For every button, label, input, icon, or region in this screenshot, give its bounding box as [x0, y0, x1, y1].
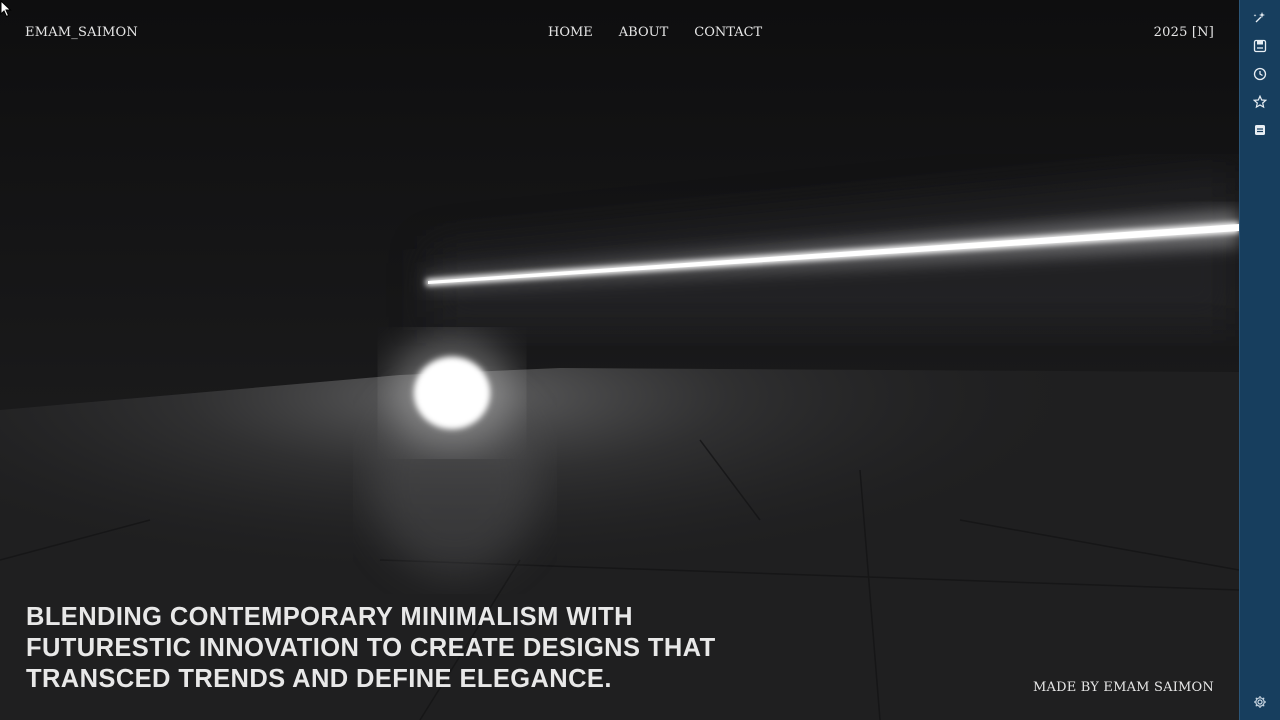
headline-line: FUTURESTIC INNOVATION TO CREATE DESIGNS … [26, 634, 716, 662]
star-icon[interactable] [1250, 92, 1270, 112]
headline-line: TRANSCED TRENDS AND DEFINE ELEGANCE. [26, 665, 612, 693]
nav-contact-link[interactable]: CONTACT [694, 25, 762, 40]
hero-headline: BLENDING CONTEMPORARY MINIMALISM WITH FU… [26, 602, 746, 695]
history-icon[interactable] [1250, 64, 1270, 84]
browser-sidebar [1239, 0, 1280, 720]
year-badge: 2025 [N] [1153, 25, 1214, 40]
mouse-cursor-icon [0, 0, 12, 18]
main-nav: HOME ABOUT CONTACT [548, 25, 762, 40]
headline-line: BLENDING CONTEMPORARY MINIMALISM WITH [26, 603, 633, 631]
nav-home-link[interactable]: HOME [548, 25, 593, 40]
brand-logo[interactable]: EMAM_SAIMON [25, 25, 138, 40]
hero-scene: EMAM_SAIMON HOME ABOUT CONTACT 2025 [N] … [0, 0, 1239, 720]
reader-icon[interactable] [1250, 120, 1270, 140]
nav-about-link[interactable]: ABOUT [619, 25, 668, 40]
settings-icon[interactable] [1250, 692, 1270, 712]
footer-credit: MADE BY EMAM SAIMON [1033, 680, 1214, 695]
app-window: EMAM_SAIMON HOME ABOUT CONTACT 2025 [N] … [0, 0, 1280, 720]
save-page-icon[interactable] [1250, 36, 1270, 56]
sparkle-pin-icon[interactable] [1250, 8, 1270, 28]
